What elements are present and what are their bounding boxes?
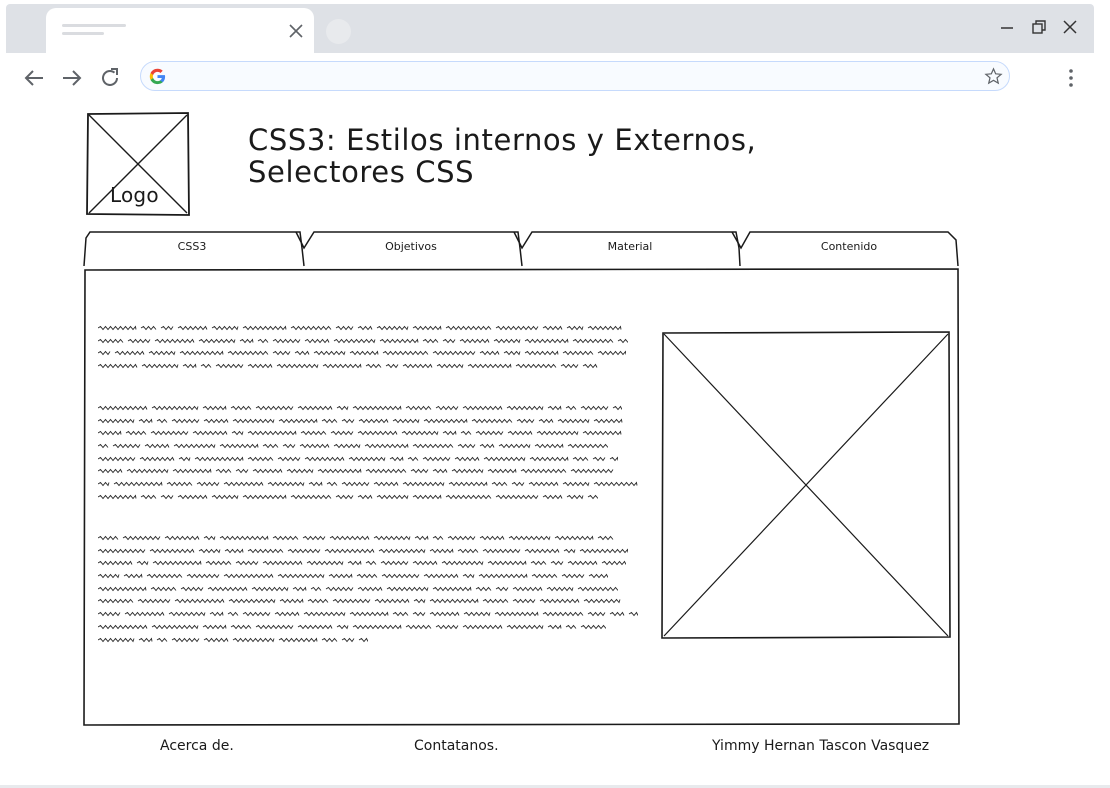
tab-subtitle-placeholder bbox=[62, 32, 104, 35]
tab-css3[interactable]: CSS3 bbox=[92, 240, 292, 253]
placeholder-text-line bbox=[98, 430, 622, 436]
placeholder-text-line bbox=[98, 363, 598, 369]
tab-objetivos[interactable]: Objetivos bbox=[311, 240, 511, 253]
page-title-line-2: Selectores CSS bbox=[248, 155, 475, 189]
placeholder-text-line bbox=[98, 443, 608, 449]
close-icon[interactable] bbox=[1061, 18, 1079, 36]
footer-about-link[interactable]: Acerca de. bbox=[160, 738, 234, 754]
minimize-icon[interactable] bbox=[998, 18, 1016, 36]
maximize-icon[interactable] bbox=[1030, 18, 1048, 36]
tab-contenido[interactable]: Contenido bbox=[749, 240, 949, 253]
placeholder-text-line bbox=[98, 548, 628, 554]
placeholder-text-line bbox=[98, 338, 628, 344]
placeholder-text-line bbox=[98, 560, 626, 566]
placeholder-text-line bbox=[98, 418, 623, 424]
logo-label: Logo bbox=[110, 183, 159, 207]
tab-close-icon[interactable] bbox=[288, 23, 304, 39]
placeholder-text-line bbox=[98, 405, 622, 411]
placeholder-text-line bbox=[98, 456, 618, 462]
paragraph-2 bbox=[98, 405, 646, 507]
image-placeholder bbox=[661, 331, 951, 639]
footer-author: Yimmy Hernan Tascon Vasquez bbox=[712, 738, 930, 754]
placeholder-text-line bbox=[98, 481, 638, 487]
placeholder-text-line bbox=[98, 350, 626, 356]
placeholder-text-line bbox=[98, 598, 621, 604]
placeholder-text-line bbox=[98, 468, 614, 474]
new-tab-button[interactable] bbox=[326, 19, 351, 44]
back-icon[interactable] bbox=[22, 66, 46, 90]
star-icon[interactable] bbox=[984, 67, 1003, 86]
paragraph-3 bbox=[98, 535, 646, 649]
forward-icon[interactable] bbox=[60, 66, 84, 90]
tab-title-placeholder bbox=[62, 24, 126, 27]
menu-icon[interactable] bbox=[1062, 68, 1080, 88]
browser-tab[interactable] bbox=[46, 8, 314, 53]
page-title: CSS3: Estilos internos y Externos, Selec… bbox=[248, 124, 808, 188]
placeholder-text-line bbox=[98, 586, 618, 592]
placeholder-text-line bbox=[98, 573, 608, 579]
reload-icon[interactable] bbox=[98, 66, 122, 90]
google-icon bbox=[149, 68, 166, 85]
placeholder-text-line bbox=[98, 494, 598, 500]
placeholder-text-line bbox=[98, 611, 638, 617]
placeholder-text-line bbox=[98, 325, 622, 331]
footer-contact-link[interactable]: Contatanos. bbox=[414, 738, 499, 754]
tab-material[interactable]: Material bbox=[530, 240, 730, 253]
page-title-line-1: CSS3: Estilos internos y Externos, bbox=[248, 123, 757, 157]
placeholder-text-line bbox=[98, 624, 606, 630]
paragraph-1 bbox=[98, 325, 646, 376]
placeholder-text-line bbox=[98, 535, 614, 541]
address-bar[interactable] bbox=[140, 61, 1010, 91]
placeholder-text-line bbox=[98, 636, 368, 642]
